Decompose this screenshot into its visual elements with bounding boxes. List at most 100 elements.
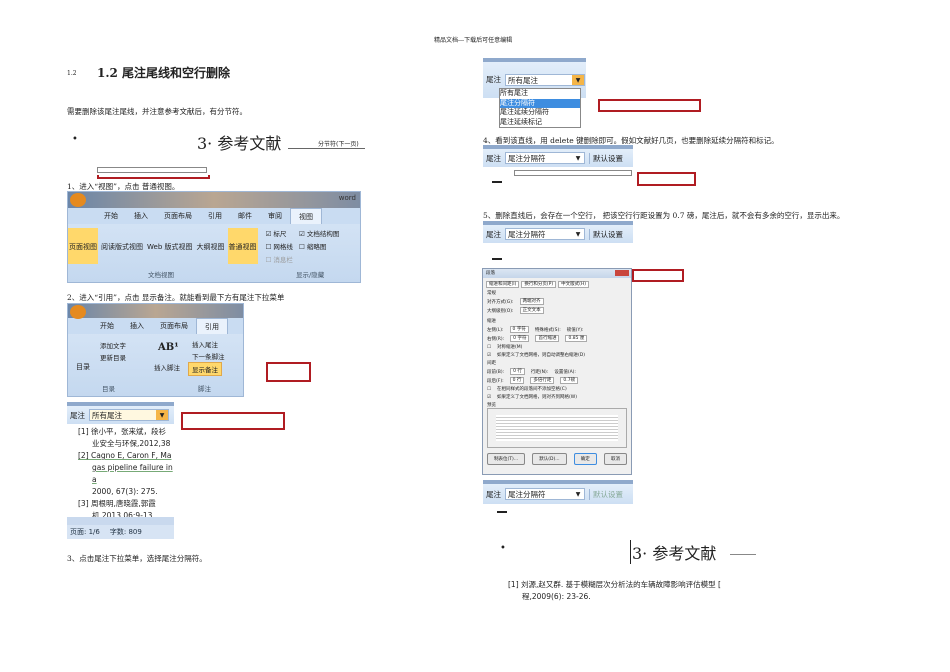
draft-view-button[interactable]: 普通视图	[227, 228, 258, 264]
chevron-down-icon[interactable]: ▼	[572, 489, 584, 499]
option-endnote-separator[interactable]: 尾注分隔符	[500, 98, 580, 108]
ref-item: 2000, 67(3): 275.	[92, 487, 158, 496]
insert-footnote-button[interactable]: 插入脚注	[154, 362, 180, 372]
endnote-list: [1] 徐小平，张来斌，段衫 业安全与环保,2012,38 [2] Cagno …	[78, 426, 174, 522]
next-footnote-button[interactable]: 下一条脚注	[192, 351, 225, 361]
outline-button[interactable]: 大纲视图	[196, 228, 226, 264]
tab-insert[interactable]: 插入	[126, 208, 156, 224]
no-space-checkbox[interactable]: 在相同样式的段落间不添加空格(C)	[497, 386, 567, 392]
footnote-icon: AB¹	[158, 342, 179, 353]
insert-endnote-button[interactable]: 插入尾注	[192, 339, 218, 349]
close-icon[interactable]	[615, 270, 629, 276]
default-settings-button[interactable]: 默认设置	[589, 488, 623, 500]
section-label: 间距	[487, 361, 496, 366]
dropdown-value: 所有尾注	[92, 410, 122, 420]
line-spacing-value-input[interactable]: 0.7磅	[560, 377, 579, 384]
default-button[interactable]: 默认(D)...	[532, 453, 567, 465]
label: 磅值(Y):	[566, 327, 584, 333]
space-before-input[interactable]: 0 行	[510, 368, 525, 375]
outline-level-select[interactable]: 正文文本	[519, 307, 544, 314]
message-bar-checkbox[interactable]: ☐ 消息栏	[266, 254, 293, 264]
label: 标尺	[273, 230, 287, 238]
add-text-button[interactable]: 添加文字	[100, 340, 126, 350]
tab-view[interactable]: 视图	[290, 208, 322, 224]
ref-item: gas pipeline failure in a	[92, 463, 173, 484]
endnote-dropdown[interactable]: 尾注分隔符 ▼	[505, 228, 585, 240]
web-layout-button[interactable]: Web 版式视图	[146, 228, 194, 264]
endnote-dropdown[interactable]: 所有尾注 ▼	[505, 74, 585, 86]
thumbnails-checkbox[interactable]: ☐ 缩略图	[299, 241, 339, 251]
line-spacing-select[interactable]: 多倍行距	[530, 377, 555, 384]
endnote-label: 尾注	[486, 489, 501, 499]
right-indent-input[interactable]: 0 字符	[510, 335, 530, 342]
dropdown-value: 尾注分隔符	[508, 153, 546, 163]
endnote-dropdown[interactable]: 尾注分隔符 ▼	[505, 488, 585, 500]
ref-heading: 3· 参考文献	[630, 540, 716, 564]
tab-layout[interactable]: 页面布局	[156, 208, 200, 224]
endnote-bar: 尾注 尾注分隔符 ▼ 默认设置	[483, 480, 633, 504]
references-ribbon-screenshot: 开始 插入 页面布局 引用 目录 添加文字 更新目录 AB¹ 插入脚注 插入尾注…	[67, 303, 244, 397]
doc-map-checkbox[interactable]: ☑ 文档结构图	[299, 228, 339, 238]
tab-references[interactable]: 引用	[200, 208, 230, 224]
endnote-dropdown-menu: 所有尾注 尾注分隔符 尾注延续分隔符 尾注延续标记	[499, 88, 581, 128]
show-notes-button[interactable]: 显示备注	[188, 362, 222, 376]
section-break-line	[730, 554, 756, 555]
page-count: 页面: 1/6	[70, 528, 100, 536]
group-label: 目录	[102, 385, 115, 393]
tab-mailings[interactable]: 邮件	[230, 208, 260, 224]
chevron-down-icon[interactable]: ▼	[572, 229, 584, 239]
toc-button[interactable]: 目录	[76, 362, 90, 372]
tab-line-page-breaks[interactable]: 换行和分页(P)	[521, 281, 557, 288]
tab-review[interactable]: 审阅	[260, 208, 290, 224]
label: 段后(F):	[487, 378, 504, 384]
tab-references[interactable]: 引用	[196, 318, 228, 334]
red-highlight	[97, 175, 210, 179]
auto-indent-checkbox[interactable]: 如果定义了文档网格，则自动调整右缩进(D)	[497, 352, 585, 358]
space-after-input[interactable]: 0 行	[509, 377, 525, 384]
endnote-dropdown[interactable]: 所有尾注 ▼	[89, 409, 169, 421]
horizontal-scrollbar[interactable]	[67, 517, 174, 525]
paragraph-dialog: 段落 缩进和间距(I) 换行和分页(P) 中文版式(H) 常规 对齐方式(G):…	[482, 268, 632, 475]
reading-layout-button[interactable]: 阅读版式视图	[100, 228, 144, 264]
default-settings-button[interactable]: 默认设置	[589, 152, 623, 164]
tabs-button[interactable]: 制表位(T)...	[487, 453, 526, 465]
tab-insert[interactable]: 插入	[122, 318, 152, 334]
ok-button[interactable]: 确定	[573, 453, 597, 465]
ruler-checkbox[interactable]: ☑ 标尺	[266, 228, 293, 238]
cursor-dash	[497, 511, 507, 513]
mirror-indents-checkbox[interactable]: 对称缩进(M)	[497, 344, 522, 350]
tab-asian-typography[interactable]: 中文版式(H)	[558, 281, 589, 288]
cancel-button[interactable]: 取消	[604, 453, 627, 465]
default-settings-button[interactable]: 默认设置	[589, 228, 623, 240]
chevron-down-icon[interactable]: ▼	[572, 75, 584, 85]
tab-home[interactable]: 开始	[92, 318, 122, 334]
endnote-separator-line	[514, 170, 632, 176]
update-toc-button[interactable]: 更新目录	[100, 352, 126, 362]
section-heading: 1.2 尾注尾线和空行删除	[97, 66, 231, 80]
special-indent-select[interactable]: 首行缩进	[535, 335, 560, 342]
left-indent-input[interactable]: 0 字符	[509, 326, 529, 333]
office-button[interactable]	[70, 305, 86, 319]
tab-indents-spacing[interactable]: 缩进和间距(I)	[486, 281, 520, 288]
alignment-select[interactable]: 两端对齐	[519, 298, 544, 305]
label: 文档结构图	[306, 230, 340, 238]
tab-layout[interactable]: 页面布局	[152, 318, 196, 334]
ref-item: [1] 徐小平，张来斌，段衫	[78, 427, 167, 436]
preview-pane	[487, 408, 627, 448]
print-layout-button[interactable]: 页面视图	[68, 228, 98, 264]
option-all-endnotes[interactable]: 所有尾注	[500, 89, 580, 99]
office-button[interactable]	[70, 193, 86, 207]
snap-grid-checkbox[interactable]: 如果定义了文档网格，则对齐到网格(W)	[497, 394, 577, 400]
chevron-down-icon[interactable]: ▼	[572, 153, 584, 163]
heading-number: 1.2	[67, 70, 77, 77]
endnote-label: 尾注	[70, 410, 85, 420]
indent-by-input[interactable]: 0.85 厘	[565, 335, 588, 342]
endnote-label: 尾注	[486, 229, 501, 239]
endnote-dropdown[interactable]: 尾注分隔符 ▼	[505, 152, 585, 164]
gridlines-checkbox[interactable]: ☐ 网格线	[266, 241, 293, 251]
option-continuation-notice[interactable]: 尾注延续标记	[500, 118, 580, 128]
ref-item: 程,2009(6): 23-26.	[522, 592, 591, 601]
option-continuation-separator[interactable]: 尾注延续分隔符	[500, 108, 580, 118]
tab-home[interactable]: 开始	[96, 208, 126, 224]
chevron-down-icon[interactable]: ▼	[156, 410, 168, 420]
